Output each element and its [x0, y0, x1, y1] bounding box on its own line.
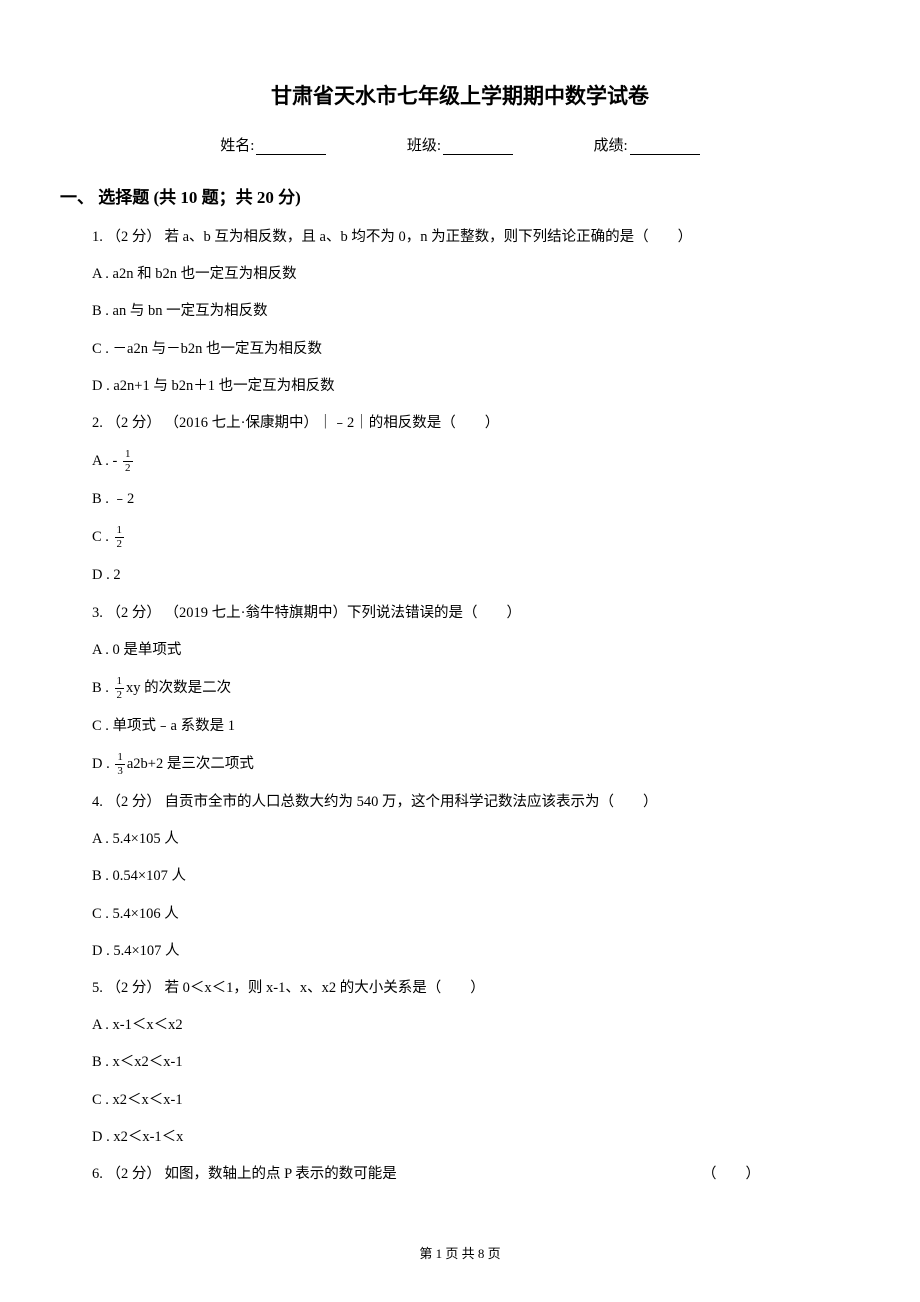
- class-blank: [443, 154, 513, 155]
- q2-option-d: D . 2: [92, 564, 860, 587]
- q3-option-b: B . 12xy 的次数是二次: [92, 676, 860, 701]
- q6-stem: 6. （2 分） 如图，数轴上的点 P 表示的数可能是 （ ）: [92, 1163, 860, 1186]
- fraction-one-half: 12: [115, 676, 125, 701]
- page-footer: 第 1 页 共 8 页: [0, 1243, 920, 1262]
- q4-option-c: C . 5.4×106 人: [92, 903, 860, 926]
- q2-stem: 2. （2 分） （2016 七上·保康期中）｜﹣2｜的相反数是（ ）: [92, 412, 860, 435]
- q4-option-b: B . 0.54×107 人: [92, 865, 860, 888]
- q5-option-b: B . x＜x2＜x-1: [92, 1051, 860, 1074]
- q6-stem-right: （ ）: [702, 1163, 760, 1186]
- fraction-one-third: 13: [115, 752, 125, 777]
- q1-option-c: C . －a2n 与－b2n 也一定互为相反数: [92, 338, 860, 361]
- q3-stem: 3. （2 分） （2019 七上·翁牛特旗期中）下列说法错误的是（ ）: [92, 602, 860, 625]
- q1-option-d: D . a2n+1 与 b2n＋1 也一定互为相反数: [92, 375, 860, 398]
- name-field: 姓名:: [220, 134, 326, 155]
- score-blank: [630, 154, 700, 155]
- q3-option-d: D . 13a2b+2 是三次二项式: [92, 752, 860, 777]
- q4-option-a: A . 5.4×105 人: [92, 828, 860, 851]
- q4-stem: 4. （2 分） 自贡市全市的人口总数大约为 540 万，这个用科学记数法应该表…: [92, 791, 860, 814]
- q5-option-c: C . x2＜x＜x-1: [92, 1089, 860, 1112]
- fraction-one-half: 12: [123, 449, 133, 474]
- q1-option-b: B . an 与 bn 一定互为相反数: [92, 300, 860, 323]
- q2-option-b: B . ﹣2: [92, 488, 860, 511]
- q2-option-a: A . - 12: [92, 449, 860, 474]
- page-title: 甘肃省天水市七年级上学期期中数学试卷: [60, 80, 860, 110]
- q2-option-c: C . 12: [92, 525, 860, 550]
- q6-stem-left: 6. （2 分） 如图，数轴上的点 P 表示的数可能是: [92, 1163, 397, 1186]
- q5-stem: 5. （2 分） 若 0＜x＜1，则 x-1、x、x2 的大小关系是（ ）: [92, 977, 860, 1000]
- score-field: 成绩:: [594, 134, 700, 155]
- class-field: 班级:: [407, 134, 513, 155]
- section-1-heading: 一、 选择题 (共 10 题；共 20 分): [60, 183, 860, 208]
- student-info-row: 姓名: 班级: 成绩:: [60, 134, 860, 155]
- q4-option-d: D . 5.4×107 人: [92, 940, 860, 963]
- q5-option-a: A . x-1＜x＜x2: [92, 1014, 860, 1037]
- name-blank: [256, 154, 326, 155]
- q5-option-d: D . x2＜x-1＜x: [92, 1126, 860, 1149]
- q1-option-a: A . a2n 和 b2n 也一定互为相反数: [92, 263, 860, 286]
- fraction-one-half: 12: [115, 525, 125, 550]
- q3-option-a: A . 0 是单项式: [92, 639, 860, 662]
- q3-option-c: C . 单项式﹣a 系数是 1: [92, 715, 860, 738]
- q1-stem: 1. （2 分） 若 a、b 互为相反数，且 a、b 均不为 0，n 为正整数，…: [92, 226, 860, 249]
